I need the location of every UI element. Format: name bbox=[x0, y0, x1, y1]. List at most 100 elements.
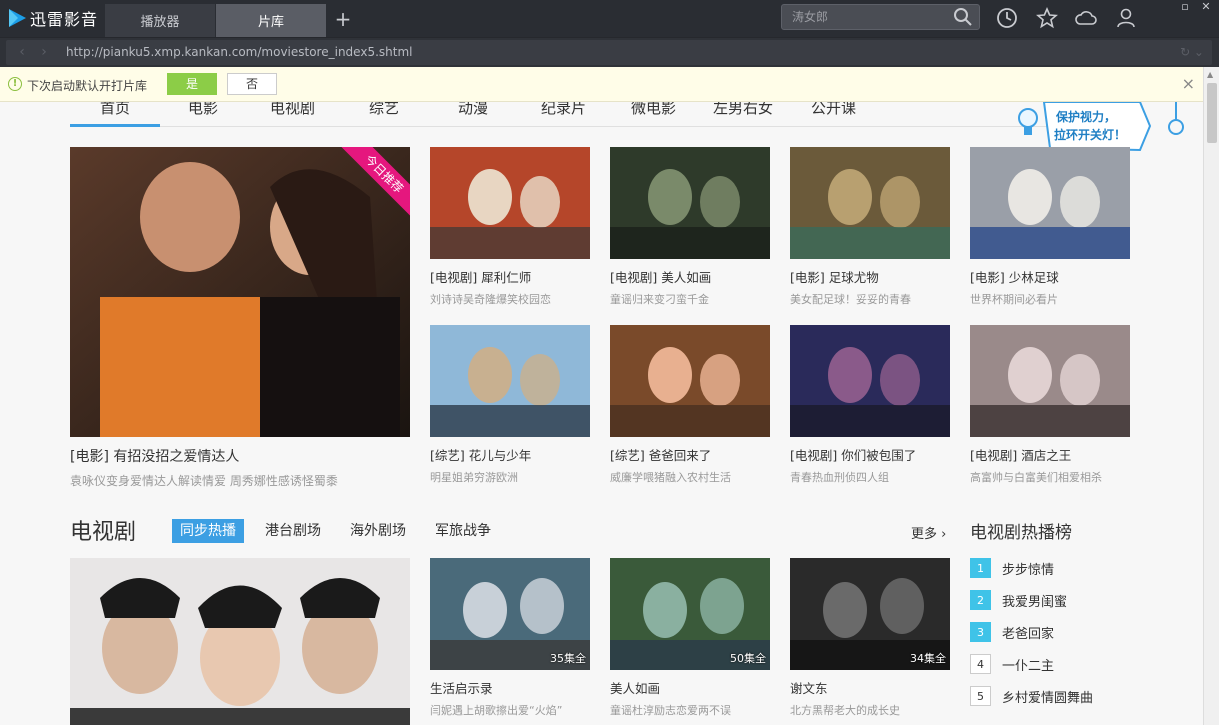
url-text[interactable]: http://pianku5.xmp.kankan.com/moviestore… bbox=[66, 45, 412, 59]
app-logo-icon bbox=[9, 9, 26, 27]
back-arrow-icon[interactable]: ‹ bbox=[14, 44, 30, 60]
video-card[interactable]: [综艺] 爸爸回来了 威廉学喂猪融入农村生活 bbox=[610, 325, 770, 485]
video-title[interactable]: [电视剧] 美人如画 bbox=[610, 267, 770, 286]
tv-subtitle: 闫妮遇上胡歌擦出爱“火焰” bbox=[430, 704, 563, 717]
featured-hero[interactable]: 今日推荐 [电影] 有招没招之爱情达人 袁咏仪变身爱情达人解读情爱 周秀娜性感诱… bbox=[70, 147, 410, 489]
section-tab-military[interactable]: 军旅战争 bbox=[427, 519, 499, 543]
rank-label[interactable]: 乡村爱情圆舞曲 bbox=[1002, 687, 1093, 706]
forward-arrow-icon[interactable]: › bbox=[36, 44, 52, 60]
close-notice-icon[interactable]: × bbox=[1182, 75, 1195, 93]
video-subtitle: 青春热血刑侦四人组 bbox=[790, 471, 889, 484]
user-icon[interactable] bbox=[1114, 6, 1138, 30]
scroll-up-arrow-icon[interactable]: ▲ bbox=[1207, 70, 1213, 79]
tv-title[interactable]: 生活启示录 bbox=[430, 678, 590, 697]
hero-subtitle: 袁咏仪变身爱情达人解读情爱 周秀娜性感诱怪蜀黍 bbox=[70, 474, 338, 488]
video-thumbnail[interactable] bbox=[430, 325, 590, 437]
cloud-icon[interactable] bbox=[1074, 6, 1098, 30]
nav-home[interactable]: 首页 bbox=[100, 102, 130, 118]
history-icon[interactable] bbox=[995, 6, 1019, 30]
new-tab-button[interactable]: + bbox=[330, 6, 356, 32]
video-card[interactable]: [电视剧] 你们被包围了青春热血刑侦四人组 bbox=[790, 325, 950, 485]
rank-label[interactable]: 我爱男闺蜜 bbox=[1002, 591, 1067, 610]
video-card[interactable]: [电视剧] 酒店之王高富帅与白富美们相爱相杀 bbox=[970, 325, 1130, 485]
favorite-star-icon[interactable] bbox=[1035, 6, 1059, 30]
nav-open-course[interactable]: 公开课 bbox=[811, 102, 856, 118]
video-title[interactable]: [电影] 足球尤物 bbox=[790, 267, 950, 286]
search-icon[interactable] bbox=[953, 7, 973, 27]
video-thumbnail[interactable] bbox=[610, 147, 770, 259]
category-nav bbox=[70, 102, 1130, 127]
tv-section-poster[interactable] bbox=[70, 558, 410, 725]
no-button[interactable]: 否 bbox=[227, 73, 277, 95]
video-title[interactable]: [电视剧] 犀利仁师 bbox=[430, 267, 590, 286]
tab-library[interactable]: 片库 bbox=[216, 4, 326, 37]
section-tab-overseas[interactable]: 海外剧场 bbox=[342, 519, 414, 543]
video-thumbnail[interactable] bbox=[790, 147, 950, 259]
video-card[interactable]: [电影] 少林足球世界杯期间必看片 bbox=[970, 147, 1130, 307]
video-title[interactable]: [综艺] 爸爸回来了 bbox=[610, 445, 770, 464]
more-link[interactable]: 更多 › bbox=[911, 523, 946, 542]
video-title[interactable]: [电影] 少林足球 bbox=[970, 267, 1130, 286]
nav-left-man-right-woman[interactable]: 左男右女 bbox=[713, 102, 773, 118]
scrollbar-thumb[interactable] bbox=[1207, 83, 1217, 143]
tab-player[interactable]: 播放器 bbox=[105, 4, 215, 37]
tv-title[interactable]: 美人如画 bbox=[610, 678, 770, 697]
hero-poster[interactable]: 今日推荐 bbox=[70, 147, 410, 437]
library-content: 首页 电影 电视剧 综艺 动漫 纪录片 微电影 左男右女 公开课 保护视力， 拉… bbox=[0, 102, 1203, 725]
section-title: 电视剧 bbox=[70, 520, 137, 545]
section-tab-hot[interactable]: 同步热播 bbox=[172, 519, 244, 543]
refresh-icon[interactable]: ↻ ⌄ bbox=[1180, 45, 1204, 59]
minimize-button[interactable]: ▫ bbox=[1176, 0, 1194, 14]
vertical-scrollbar[interactable]: ▲ bbox=[1203, 67, 1219, 725]
rank-number: 5 bbox=[970, 686, 991, 706]
rank-number: 1 bbox=[970, 558, 991, 578]
address-bar: ‹ › http://pianku5.xmp.kankan.com/movies… bbox=[0, 37, 1219, 67]
video-subtitle: 高富帅与白富美们相爱相杀 bbox=[970, 471, 1102, 484]
video-card[interactable]: [综艺] 花儿与少年 明星姐弟穷游欧洲 bbox=[430, 325, 590, 485]
tv-thumbnail[interactable]: 50集全 bbox=[610, 558, 770, 670]
rank-label[interactable]: 步步惊情 bbox=[1002, 559, 1054, 578]
video-subtitle: 世界杯期间必看片 bbox=[970, 293, 1058, 306]
video-card[interactable]: [电影] 足球尤物美女配足球！妥妥的青春 bbox=[790, 147, 950, 307]
video-card[interactable]: [电视剧] 犀利仁师 刘诗诗吴奇隆爆笑校园恋 bbox=[430, 147, 590, 307]
video-thumbnail[interactable] bbox=[430, 147, 590, 259]
search-input[interactable] bbox=[792, 8, 942, 26]
video-title[interactable]: [综艺] 花儿与少年 bbox=[430, 445, 590, 464]
video-thumbnail[interactable] bbox=[970, 325, 1130, 437]
lamp-text-1: 保护视力， bbox=[1056, 110, 1117, 124]
episode-count: 34集全 bbox=[910, 652, 946, 665]
rank-label[interactable]: 一仆二主 bbox=[1002, 655, 1054, 674]
nav-micro-film[interactable]: 微电影 bbox=[631, 102, 676, 118]
video-thumbnail[interactable] bbox=[610, 325, 770, 437]
ranking-item[interactable]: 2 我爱男闺蜜 bbox=[970, 590, 1067, 610]
video-title[interactable]: [电视剧] 你们被包围了 bbox=[790, 445, 950, 464]
nav-movie[interactable]: 电影 bbox=[188, 102, 218, 118]
tv-thumbnail[interactable]: 35集全 bbox=[430, 558, 590, 670]
address-field[interactable]: ‹ › http://pianku5.xmp.kankan.com/movies… bbox=[6, 40, 1212, 65]
ranking-item[interactable]: 4 一仆二主 bbox=[970, 654, 1054, 674]
section-tab-hk-tw[interactable]: 港台剧场 bbox=[257, 519, 329, 543]
close-window-button[interactable]: ✕ bbox=[1197, 0, 1215, 14]
ranking-item[interactable]: 3 老爸回家 bbox=[970, 622, 1054, 642]
video-thumbnail[interactable] bbox=[790, 325, 950, 437]
video-subtitle: 美女配足球！妥妥的青春 bbox=[790, 293, 911, 306]
ranking-item[interactable]: 1 步步惊情 bbox=[970, 558, 1054, 578]
video-card[interactable]: [电视剧] 美人如画 童谣归来变刁蛮千金 bbox=[610, 147, 770, 307]
nav-variety[interactable]: 综艺 bbox=[369, 102, 399, 118]
video-title[interactable]: [电视剧] 酒店之王 bbox=[970, 445, 1130, 464]
ranking-item[interactable]: 5 乡村爱情圆舞曲 bbox=[970, 686, 1093, 706]
tv-card[interactable]: 35集全生活启示录闫妮遇上胡歌擦出爱“火焰” bbox=[430, 558, 590, 718]
rank-label[interactable]: 老爸回家 bbox=[1002, 623, 1054, 642]
tv-title[interactable]: 谢文东 bbox=[790, 678, 950, 697]
nav-tv-series[interactable]: 电视剧 bbox=[270, 102, 315, 118]
video-thumbnail[interactable] bbox=[970, 147, 1130, 259]
default-open-notice: ! 下次启动默认开打片库 是 否 × bbox=[0, 67, 1203, 102]
lamp-text-2: 拉环开关灯！ bbox=[1054, 128, 1127, 142]
tv-card[interactable]: 50集全 美人如画 童谣杜淳励志恋爱两不误 bbox=[610, 558, 770, 718]
yes-button[interactable]: 是 bbox=[167, 73, 217, 95]
hero-title[interactable]: [电影] 有招没招之爱情达人 bbox=[70, 446, 410, 466]
nav-anime[interactable]: 动漫 bbox=[458, 102, 488, 118]
tv-thumbnail[interactable]: 34集全 bbox=[790, 558, 950, 670]
tv-card[interactable]: 34集全 谢文东 北方黑帮老大的成长史 bbox=[790, 558, 950, 718]
nav-documentary[interactable]: 纪录片 bbox=[541, 102, 586, 118]
